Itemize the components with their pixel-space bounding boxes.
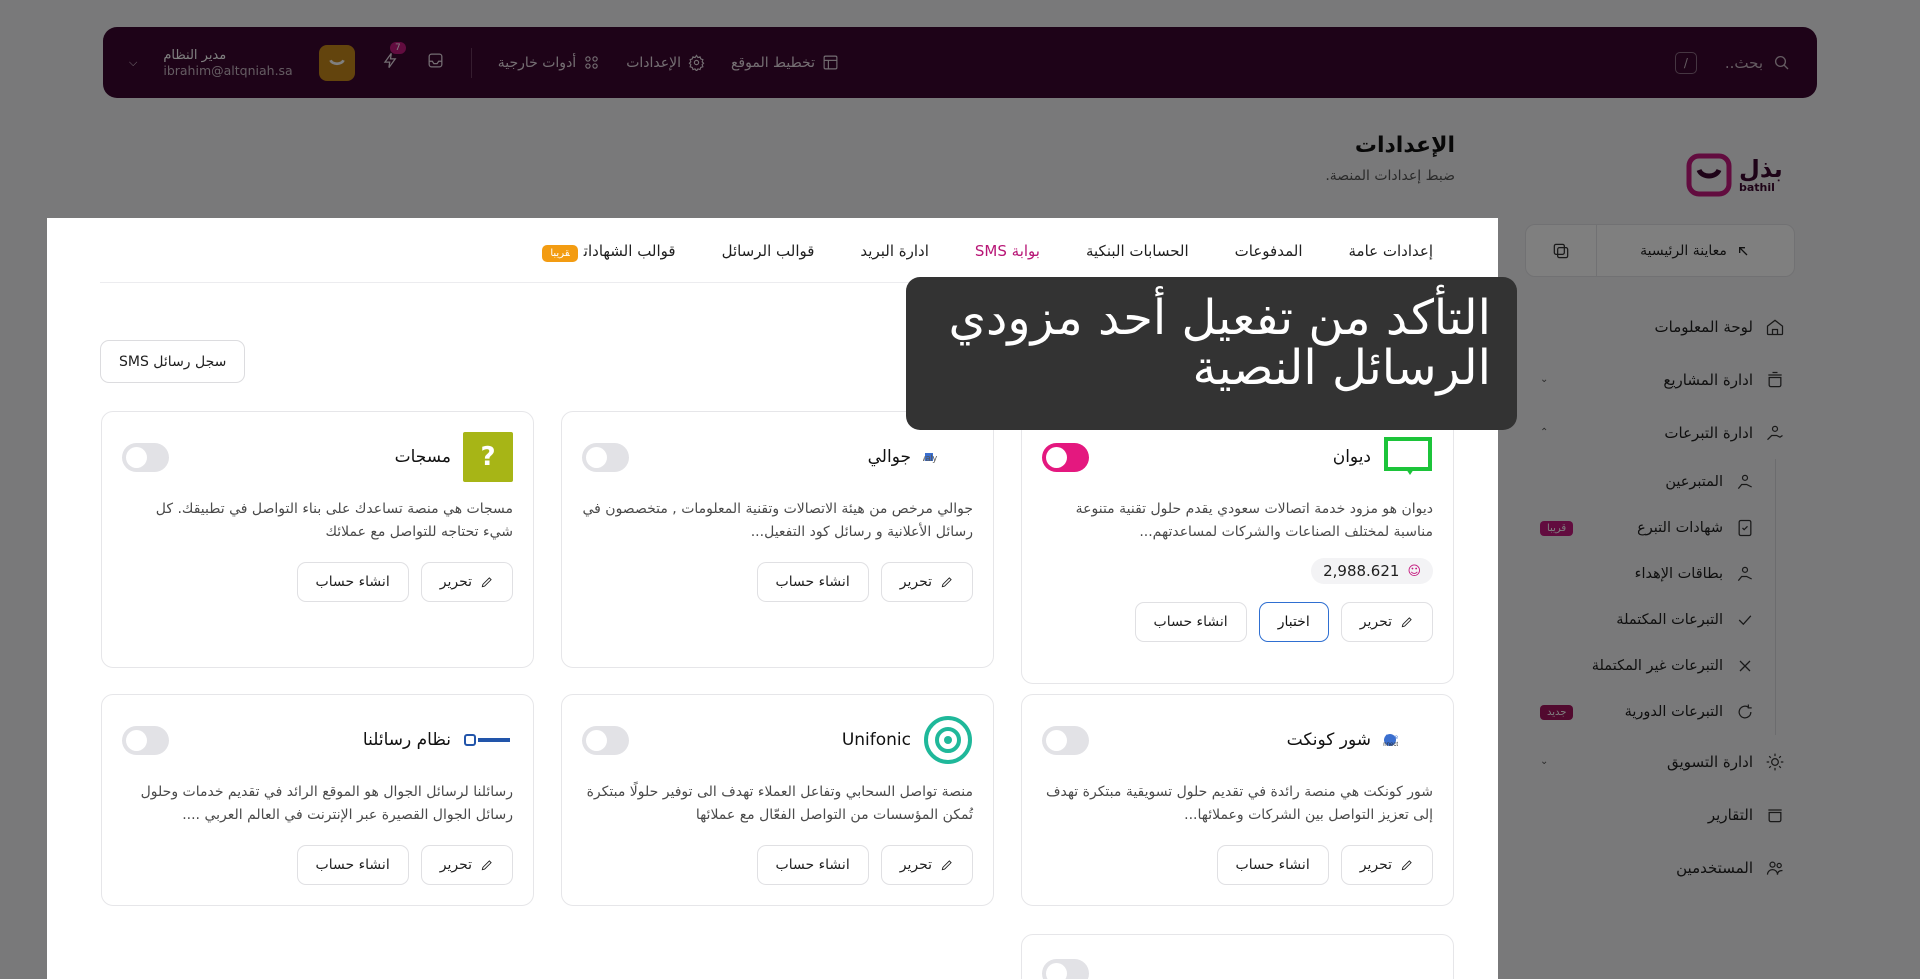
edit-label: تحرير [1359, 614, 1392, 630]
tab-message-templates[interactable]: قوالب الرسائل [722, 242, 815, 260]
balance-value: 2,988.621 [1323, 562, 1400, 580]
onboarding-tooltip: التأكد من تفعيل أحد مزودي الرسائل النصية [906, 277, 1517, 430]
provider-description: منصة تواصل السحابي وتفاعل العملاء تهدف ا… [586, 784, 973, 823]
tab-mail[interactable]: ادارة البريد [860, 242, 928, 260]
edit-label: تحرير [899, 857, 932, 873]
edit-label: تحرير [1359, 857, 1392, 873]
provider-name: مسجات [394, 447, 451, 467]
pencil-icon [1401, 617, 1412, 628]
provider-card-partial [1021, 934, 1454, 979]
provider-card-msegat: ? مسجات مسجات هي منصة تساعدك على بناء ال… [101, 411, 534, 668]
rasaelna-logo-icon [463, 715, 513, 765]
edit-label: تحرير [439, 574, 472, 590]
tab-general[interactable]: إعدادات عامة [1349, 242, 1434, 260]
provider-description: ديوان هو مزود خدمة اتصالات سعودي يقدم حل… [1075, 501, 1433, 540]
edit-button[interactable]: تحرير [880, 845, 973, 885]
pencil-icon [481, 860, 492, 871]
tab-bank-accounts[interactable]: الحسابات البنكية [1086, 242, 1189, 260]
provider-description: مسجات هي منصة تساعدك على بناء التواصل في… [155, 501, 513, 540]
edit-button[interactable]: تحرير [420, 845, 513, 885]
create-account-button[interactable]: انشاء حساب [756, 845, 869, 885]
tab-certificate-templates[interactable]: قوالب الشهادات قريبا [542, 242, 676, 262]
provider-toggle[interactable] [582, 442, 629, 472]
provider-name: Unifonic [841, 730, 911, 750]
pencil-icon [941, 860, 952, 871]
sms-log-button[interactable]: سجل رسائل SMS [100, 340, 246, 383]
provider-card-unifonic: Unifonic منصة تواصل السحابي وتفاعل العمل… [561, 694, 994, 906]
svg-text:Connect: Connect [1383, 742, 1398, 748]
edit-button[interactable]: تحرير [880, 562, 973, 602]
pencil-icon [1401, 860, 1412, 871]
pencil-icon [481, 577, 492, 588]
test-button[interactable]: اختبار [1258, 602, 1329, 642]
diwan-logo-icon [1383, 432, 1433, 482]
edit-button[interactable]: تحرير [1340, 845, 1433, 885]
provider-toggle[interactable] [1042, 725, 1089, 755]
provider-card-rasaelna: نظام رسائلنا رسائلنا لرسائل الجوال هو ال… [101, 694, 534, 906]
svg-text:4jawaly: 4jawaly [923, 453, 937, 463]
balance-badge: ☺ 2,988.621 [1311, 558, 1433, 584]
sure-connect-logo-icon: SureConnect [1383, 715, 1433, 765]
provider-toggle[interactable] [1042, 959, 1089, 979]
jawaly-logo-icon: 4jawaly [923, 432, 973, 482]
msegat-logo-icon: ? [463, 432, 513, 482]
provider-card-jawaly: 4jawaly جوالي جوالي مرخص من هيئة الاتصال… [561, 411, 994, 668]
edit-label: تحرير [439, 857, 472, 873]
provider-description: شور كونكت هي منصة رائدة في تقديم حلول تس… [1045, 784, 1433, 823]
edit-button[interactable]: تحرير [420, 562, 513, 602]
unifonic-logo-icon [923, 715, 973, 765]
pencil-icon [941, 577, 952, 588]
edit-button[interactable]: تحرير [1340, 602, 1433, 642]
svg-text:Sure: Sure [1385, 735, 1398, 741]
create-account-button[interactable]: انشاء حساب [756, 562, 869, 602]
provider-card-sure-connect: SureConnect شور كونكت شور كونكت هي منصة … [1021, 694, 1454, 906]
provider-toggle[interactable] [122, 725, 169, 755]
settings-tabs: إعدادات عامة المدفوعات الحسابات البنكية … [542, 242, 1434, 290]
create-account-button[interactable]: انشاء حساب [296, 562, 409, 602]
create-account-button[interactable]: انشاء حساب [296, 845, 409, 885]
create-account-button[interactable]: انشاء حساب [1216, 845, 1329, 885]
provider-toggle[interactable] [1042, 442, 1089, 472]
edit-label: تحرير [899, 574, 932, 590]
tab-payments[interactable]: المدفوعات [1235, 242, 1303, 260]
soon-badge: قريبا [542, 245, 578, 262]
tab-sms-gateway[interactable]: بوابة SMS [952, 242, 1063, 290]
provider-toggle[interactable] [582, 725, 629, 755]
provider-description: رسائلنا لرسائل الجوال هو الموقع الرائد ف… [140, 784, 513, 823]
tab-label: قوالب الشهادات [583, 242, 676, 260]
provider-card-diwan: ديوان ديوان هو مزود خدمة اتصالات سعودي ي… [1021, 411, 1454, 684]
create-account-button[interactable]: انشاء حساب [1134, 602, 1247, 642]
provider-toggle[interactable] [122, 442, 169, 472]
provider-name: شور كونكت [1286, 730, 1371, 750]
provider-name: نظام رسائلنا [362, 730, 451, 750]
provider-name: جوالي [867, 447, 911, 467]
provider-description: جوالي مرخص من هيئة الاتصالات وتقنية المع… [582, 501, 973, 540]
provider-name: ديوان [1332, 447, 1371, 467]
balance-icon: ☺ [1407, 563, 1421, 579]
